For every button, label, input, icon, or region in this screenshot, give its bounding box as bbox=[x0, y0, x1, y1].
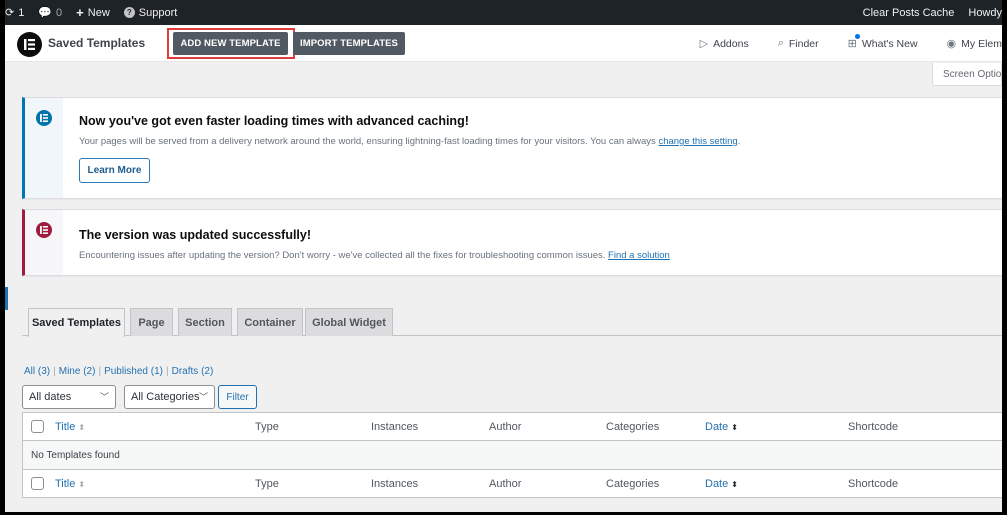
empty-row: No Templates found bbox=[23, 441, 1002, 469]
finder-link[interactable]: ⌕ Finder bbox=[778, 37, 819, 50]
category-filter-select[interactable]: All Categories ﹀ bbox=[124, 385, 215, 409]
column-title[interactable]: Title ⬍ bbox=[55, 478, 85, 490]
column-type: Type bbox=[255, 421, 279, 433]
column-author: Author bbox=[489, 421, 522, 433]
column-date[interactable]: Date ⬍ bbox=[705, 478, 738, 490]
my-elementor-label: My Elem bbox=[961, 37, 1002, 50]
import-templates-button[interactable]: IMPORT TEMPLATES bbox=[293, 32, 405, 55]
page-title: Saved Templates bbox=[48, 36, 146, 50]
tab-saved-templates[interactable]: Saved Templates bbox=[28, 308, 125, 337]
chevron-down-icon: ﹀ bbox=[198, 392, 208, 402]
sidebar-collapse-handle[interactable] bbox=[5, 287, 8, 310]
empty-message: No Templates found bbox=[31, 450, 120, 461]
find-solution-link[interactable]: Find a solution bbox=[608, 250, 670, 261]
support-label: Support bbox=[138, 6, 178, 19]
whats-new-label: What's New bbox=[861, 37, 918, 50]
comments-item[interactable]: 💬 0 bbox=[38, 6, 63, 20]
new-item[interactable]: + New bbox=[76, 5, 110, 20]
gift-icon: ⊞ bbox=[848, 34, 860, 50]
howdy-label: Howdy bbox=[968, 6, 1002, 19]
comment-icon: 💬 bbox=[38, 7, 53, 19]
plus-icon: + bbox=[76, 5, 84, 20]
my-elementor-link[interactable]: ◉ My Elem bbox=[946, 37, 1002, 51]
select-all-checkbox[interactable] bbox=[31, 477, 44, 490]
whats-new-link[interactable]: ⊞ What's New bbox=[848, 34, 918, 50]
wp-admin-bar: ⟳ 1 💬 0 + New ? Support Clear Posts Cach… bbox=[5, 0, 1002, 25]
howdy-item[interactable]: Howdy bbox=[968, 7, 1002, 19]
finder-label: Finder bbox=[788, 37, 819, 50]
view-drafts[interactable]: Drafts (2) bbox=[172, 366, 214, 377]
tab-container[interactable]: Container bbox=[237, 308, 303, 336]
clear-cache-label: Clear Posts Cache bbox=[862, 6, 955, 19]
tab-section[interactable]: Section bbox=[178, 308, 232, 336]
table-footer-row: Title ⬍ Type Instances Author Categories … bbox=[23, 469, 1002, 497]
elementor-logo-icon bbox=[17, 32, 42, 57]
chevron-down-icon: ﹀ bbox=[99, 392, 109, 402]
notice-text: Your pages will be served from a deliver… bbox=[79, 136, 741, 147]
notification-dot bbox=[854, 34, 860, 39]
column-categories: Categories bbox=[606, 421, 660, 433]
tab-global-widget[interactable]: Global Widget bbox=[305, 308, 393, 336]
column-title[interactable]: Title ⬍ bbox=[55, 421, 85, 433]
column-date[interactable]: Date ⬍ bbox=[705, 421, 738, 433]
elementor-icon bbox=[36, 110, 52, 126]
category-filter-value: All Categories bbox=[131, 391, 200, 403]
column-shortcode: Shortcode bbox=[848, 478, 899, 490]
addons-label: Addons bbox=[713, 37, 749, 50]
search-icon: ⌕ bbox=[777, 37, 784, 49]
view-all[interactable]: All (3) bbox=[24, 366, 50, 377]
notice-title: Now you've got even faster loading times… bbox=[79, 114, 469, 128]
learn-more-button[interactable]: Learn More bbox=[79, 158, 150, 183]
change-setting-link[interactable]: change this setting bbox=[658, 136, 737, 147]
user-circle-icon: ◉ bbox=[946, 38, 957, 50]
column-author: Author bbox=[489, 478, 522, 490]
date-filter-select[interactable]: All dates ﹀ bbox=[22, 385, 116, 409]
screen-options-button[interactable]: Screen Options bbox=[932, 63, 1002, 86]
comments-count: 0 bbox=[56, 6, 63, 19]
table-header-row: Title ⬍ Type Instances Author Categories … bbox=[23, 413, 1002, 441]
templates-table: Title ⬍ Type Instances Author Categories … bbox=[22, 412, 1002, 498]
sort-desc-icon: ⬍ bbox=[731, 423, 738, 432]
select-all-checkbox[interactable] bbox=[31, 420, 44, 433]
column-shortcode: Shortcode bbox=[848, 421, 899, 433]
browser-viewport: ⟳ 1 💬 0 + New ? Support Clear Posts Cach… bbox=[5, 0, 1002, 512]
caching-notice: Now you've got even faster loading times… bbox=[22, 97, 1002, 199]
sort-desc-icon: ⬍ bbox=[731, 480, 738, 489]
new-label: New bbox=[87, 6, 110, 19]
help-icon: ? bbox=[123, 7, 135, 18]
updates-item[interactable]: ⟳ 1 bbox=[5, 6, 25, 20]
support-item[interactable]: ? Support bbox=[123, 6, 178, 19]
template-type-tabs: Saved Templates Page Section Container G… bbox=[22, 308, 1002, 337]
update-notice: The version was updated successfully! En… bbox=[22, 209, 1002, 276]
view-published[interactable]: Published (1) bbox=[104, 366, 163, 377]
addons-icon: ▷ bbox=[699, 38, 709, 50]
column-instances: Instances bbox=[371, 421, 419, 433]
date-filter-value: All dates bbox=[29, 391, 72, 403]
tab-page[interactable]: Page bbox=[130, 308, 173, 336]
view-mine[interactable]: Mine (2) bbox=[59, 366, 96, 377]
notice-title: The version was updated successfully! bbox=[79, 228, 312, 242]
updates-icon: ⟳ bbox=[5, 7, 15, 19]
updates-count: 1 bbox=[18, 6, 25, 19]
clear-cache-item[interactable]: Clear Posts Cache bbox=[863, 7, 955, 19]
elementor-header: Saved Templates ADD NEW TEMPLATE IMPORT … bbox=[5, 25, 1002, 62]
addons-link[interactable]: ▷ Addons bbox=[699, 37, 749, 51]
sort-icon: ⬍ bbox=[78, 480, 86, 489]
view-filters: All (3) | Mine (2) | Published (1) | Drafts (2… bbox=[24, 366, 214, 377]
add-new-template-button[interactable]: ADD NEW TEMPLATE bbox=[173, 32, 288, 55]
column-type: Type bbox=[255, 478, 279, 490]
filter-button[interactable]: Filter bbox=[218, 385, 257, 409]
column-categories: Categories bbox=[606, 478, 660, 490]
sort-icon: ⬍ bbox=[78, 423, 86, 432]
column-instances: Instances bbox=[371, 478, 419, 490]
notice-text: Encountering issues after updating the v… bbox=[79, 250, 670, 261]
elementor-icon bbox=[36, 222, 52, 238]
